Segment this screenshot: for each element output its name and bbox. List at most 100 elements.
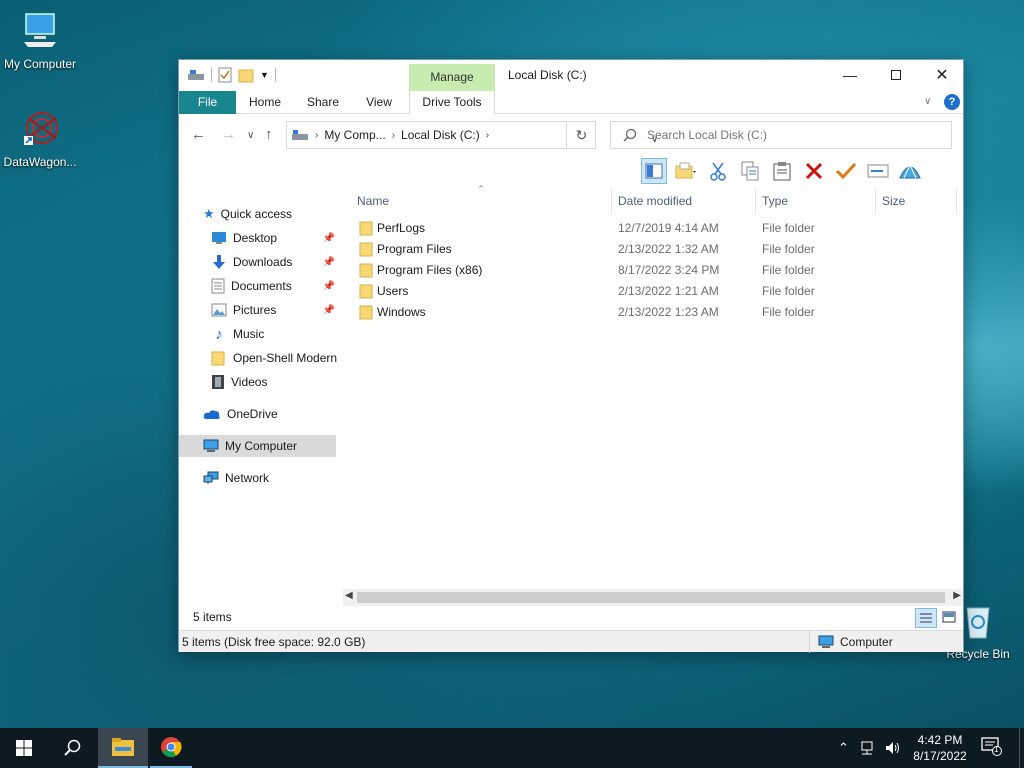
back-arrow-icon[interactable]: ← <box>191 126 206 143</box>
help-icon[interactable]: ? <box>944 94 960 110</box>
column-header-date[interactable]: Date modified <box>618 188 692 214</box>
nav-item-videos[interactable]: Videos <box>211 371 339 393</box>
action-center-button[interactable]: 1 <box>980 736 1008 760</box>
start-button[interactable] <box>0 728 48 768</box>
horizontal-scrollbar[interactable]: ◀ ▶ <box>343 589 963 606</box>
nav-item-label: Desktop <box>233 231 278 245</box>
cut-button[interactable] <box>705 158 731 184</box>
forward-arrow-icon[interactable]: → <box>221 126 236 143</box>
paste-button[interactable] <box>769 158 795 184</box>
show-desktop-button[interactable] <box>1019 728 1020 768</box>
column-divider[interactable] <box>956 188 957 214</box>
tab-share[interactable]: Share <box>303 91 343 114</box>
taskbar-chrome[interactable] <box>150 728 192 768</box>
pin-icon[interactable]: 📌 <box>323 233 335 244</box>
desktop-icon-label: DataWagon... <box>3 155 77 169</box>
taskbar-file-explorer[interactable] <box>98 728 148 768</box>
speaker-icon[interactable] <box>885 741 901 755</box>
rename-button[interactable] <box>865 158 891 184</box>
table-row[interactable]: Program Files (x86) 8/17/2022 3:24 PM Fi… <box>347 260 947 281</box>
nav-item-downloads[interactable]: Downloads 📌 <box>211 251 339 273</box>
drive-icon[interactable] <box>187 68 205 82</box>
maximize-button[interactable] <box>873 60 919 90</box>
clock-time: 4:42 PM <box>917 733 963 747</box>
shell-icon <box>899 163 921 179</box>
toolbar-separator <box>274 68 276 82</box>
table-row[interactable]: Windows 2/13/2022 1:23 AM File folder <box>347 302 947 323</box>
new-folder-button[interactable] <box>673 158 699 184</box>
maximize-icon <box>891 70 901 80</box>
nav-item-music[interactable]: ♪ Music <box>211 323 339 345</box>
properties-icon[interactable] <box>218 67 232 83</box>
pin-icon[interactable]: 📌 <box>323 281 335 292</box>
notification-count: 1 <box>994 745 999 754</box>
close-button[interactable]: ✕ <box>919 60 965 90</box>
nav-item-quick-access[interactable]: ★ Quick access <box>203 203 339 225</box>
scroll-right-icon[interactable]: ▶ <box>953 590 961 601</box>
file-type: File folder <box>762 263 815 277</box>
up-arrow-icon[interactable]: ↑ <box>265 126 273 143</box>
desktop-icon-datawagon[interactable]: DataWagon... <box>0 108 80 169</box>
table-row[interactable]: PerfLogs 12/7/2019 4:14 AM File folder <box>347 218 947 239</box>
properties-button[interactable] <box>833 158 859 184</box>
desktop-icon-my-computer[interactable]: My Computer <box>0 10 80 71</box>
tab-manage[interactable]: Manage <box>409 64 495 91</box>
expand-ribbon-icon[interactable]: ∨ <box>924 96 931 107</box>
network-icon[interactable] <box>859 741 875 755</box>
column-header-type[interactable]: Type <box>762 188 788 214</box>
shell-button[interactable] <box>897 158 923 184</box>
copy-button[interactable] <box>737 158 763 184</box>
breadcrumb-my-computer[interactable]: My Comp... <box>324 128 385 142</box>
column-divider[interactable] <box>875 188 876 214</box>
nav-item-documents[interactable]: Documents 📌 <box>211 275 339 297</box>
delete-button[interactable] <box>801 158 827 184</box>
status-item-count: 5 items <box>193 610 232 624</box>
checkmark-icon <box>835 162 857 180</box>
search-icon <box>623 128 637 142</box>
nav-item-desktop[interactable]: Desktop 📌 <box>211 227 339 249</box>
table-row[interactable]: Users 2/13/2022 1:21 AM File folder <box>347 281 947 302</box>
nav-item-my-computer[interactable]: My Computer <box>179 435 336 457</box>
breadcrumb-chevron-icon[interactable]: › <box>486 130 489 141</box>
large-icons-view-button[interactable] <box>939 608 961 628</box>
breadcrumb-local-disk[interactable]: Local Disk (C:) <box>401 128 480 142</box>
preview-pane-button[interactable] <box>641 158 667 184</box>
new-folder-icon[interactable] <box>238 67 254 83</box>
taskbar-search-button[interactable] <box>48 728 96 768</box>
tab-home[interactable]: Home <box>245 91 285 114</box>
scrollbar-thumb[interactable] <box>357 592 945 603</box>
details-view-button[interactable] <box>915 608 937 628</box>
pin-icon[interactable]: 📌 <box>323 257 335 268</box>
chrome-icon <box>161 737 182 758</box>
minimize-button[interactable]: — <box>827 60 873 90</box>
column-divider[interactable] <box>611 188 612 214</box>
breadcrumb-chevron-icon[interactable]: › <box>315 130 318 141</box>
address-bar[interactable]: › My Comp... › Local Disk (C:) › ∨ <box>286 121 658 149</box>
clock[interactable]: 4:42 PM 8/17/2022 <box>905 732 975 764</box>
close-icon: ✕ <box>935 67 949 84</box>
nav-item-pictures[interactable]: Pictures 📌 <box>211 299 339 321</box>
search-input[interactable]: Search Local Disk (C:) <box>610 121 952 149</box>
nav-item-network[interactable]: Network <box>203 467 339 489</box>
nav-item-open-shell[interactable]: Open-Shell Modern <box>211 347 339 369</box>
tab-view[interactable]: View <box>361 91 397 114</box>
scroll-left-icon[interactable]: ◀ <box>345 590 353 601</box>
table-row[interactable]: Program Files 2/13/2022 1:32 AM File fol… <box>347 239 947 260</box>
column-header-size[interactable]: Size <box>882 188 905 214</box>
column-divider[interactable] <box>755 188 756 214</box>
refresh-button[interactable]: ↻ <box>568 121 596 149</box>
tab-file[interactable]: File <box>179 91 236 114</box>
chevron-up-icon[interactable]: ⌃ <box>838 740 849 756</box>
sort-ascending-icon: ⌃ <box>477 184 485 194</box>
folder-icon <box>211 351 225 366</box>
customize-toolbar-icon[interactable]: ▼ <box>260 70 269 80</box>
nav-item-onedrive[interactable]: OneDrive <box>203 403 339 425</box>
taskbar: ⌃ 4:42 PM 8/17/2022 1 <box>0 728 1024 768</box>
column-header-name[interactable]: Name <box>357 188 389 214</box>
pin-icon[interactable]: 📌 <box>323 305 335 316</box>
breadcrumb-chevron-icon[interactable]: › <box>392 130 395 141</box>
title-bar: ▼ Manage Local Disk (C:) — ✕ <box>179 60 963 91</box>
tab-drive-tools[interactable]: Drive Tools <box>409 91 495 114</box>
recent-locations-icon[interactable]: ∨ <box>247 130 254 141</box>
nav-item-label: Network <box>225 471 270 485</box>
